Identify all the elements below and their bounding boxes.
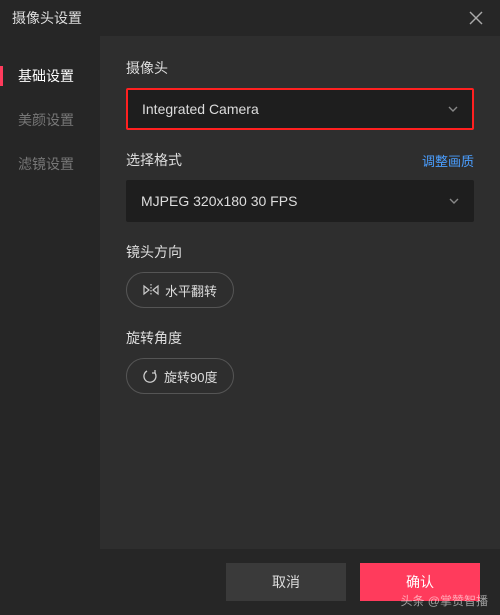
- window-title: 摄像头设置: [12, 8, 82, 28]
- sidebar-item-label: 滤镜设置: [18, 156, 74, 172]
- dialog-body: 基础设置 美颜设置 滤镜设置 摄像头 Integrated Camera: [0, 36, 500, 549]
- camera-dropdown[interactable]: Integrated Camera: [126, 88, 474, 130]
- format-label: 选择格式: [126, 150, 182, 170]
- confirm-button[interactable]: 确认: [360, 563, 480, 601]
- format-dropdown-value: MJPEG 320x180 30 FPS: [141, 193, 297, 209]
- close-button[interactable]: [464, 6, 488, 30]
- horizontal-flip-button[interactable]: 水平翻转: [126, 272, 234, 308]
- mirror-label: 镜头方向: [126, 242, 182, 262]
- dialog-footer: 取消 确认: [0, 549, 500, 615]
- chevron-down-icon: [447, 104, 458, 115]
- camera-settings-window: 摄像头设置 基础设置 美颜设置 滤镜设置 摄像头: [0, 0, 500, 615]
- format-dropdown[interactable]: MJPEG 320x180 30 FPS: [126, 180, 474, 222]
- chevron-down-icon: [448, 196, 459, 207]
- camera-field: 摄像头 Integrated Camera: [126, 58, 474, 130]
- sidebar-item-label: 基础设置: [18, 68, 74, 84]
- rotate-icon: [143, 369, 158, 384]
- close-icon: [469, 11, 483, 25]
- sidebar: 基础设置 美颜设置 滤镜设置: [0, 36, 100, 549]
- camera-label: 摄像头: [126, 58, 168, 78]
- rotate-90-button[interactable]: 旋转90度: [126, 358, 234, 394]
- flip-button-label: 水平翻转: [165, 281, 217, 300]
- rotate-button-label: 旋转90度: [164, 367, 217, 386]
- camera-dropdown-value: Integrated Camera: [142, 101, 259, 117]
- flip-horizontal-icon: [143, 283, 159, 297]
- content-panel: 摄像头 Integrated Camera 选择格式 调整画质 MJPEG 32…: [100, 36, 500, 549]
- mirror-field: 镜头方向 水平翻转: [126, 242, 474, 308]
- rotate-label: 旋转角度: [126, 328, 182, 348]
- titlebar: 摄像头设置: [0, 0, 500, 36]
- sidebar-item-basic[interactable]: 基础设置: [0, 54, 100, 98]
- sidebar-item-filter[interactable]: 滤镜设置: [0, 142, 100, 186]
- rotate-field: 旋转角度 旋转90度: [126, 328, 474, 394]
- sidebar-item-label: 美颜设置: [18, 112, 74, 128]
- sidebar-item-beauty[interactable]: 美颜设置: [0, 98, 100, 142]
- format-field: 选择格式 调整画质 MJPEG 320x180 30 FPS: [126, 150, 474, 222]
- cancel-button[interactable]: 取消: [226, 563, 346, 601]
- adjust-quality-link[interactable]: 调整画质: [422, 151, 474, 170]
